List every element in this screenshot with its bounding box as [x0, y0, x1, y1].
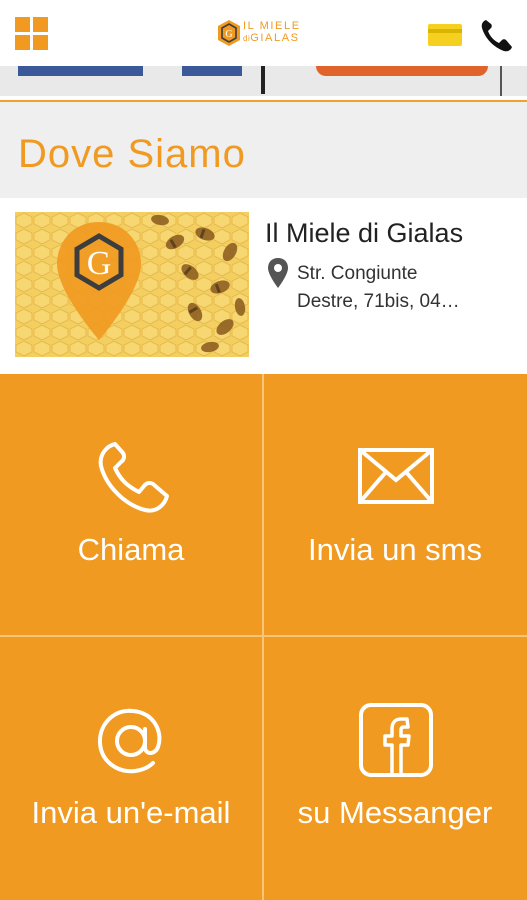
sms-label: Invia un sms — [307, 532, 482, 567]
call-label: Chiama — [77, 532, 185, 567]
banner-strip — [0, 66, 527, 96]
phone-icon[interactable] — [478, 16, 516, 54]
logo-line1: IL MIELE — [243, 20, 301, 32]
banner-shape — [182, 66, 242, 76]
phone-icon — [98, 442, 169, 513]
top-bar: G IL MIELE diGIALAS — [0, 0, 527, 66]
logo-line2-wrap: diGIALAS — [243, 32, 301, 45]
grid-divider-horizontal — [0, 635, 527, 637]
at-icon — [97, 708, 162, 774]
section-header: Dove Siamo — [0, 100, 527, 200]
location-thumbnail[interactable]: G — [15, 212, 249, 357]
address-line2: Destre, 71bis, 04… — [297, 291, 460, 312]
messenger-button[interactable]: su Messanger — [264, 637, 526, 899]
envelope-icon — [358, 448, 434, 504]
location-name: Il Miele di Gialas — [265, 218, 464, 248]
logo-initial: G — [225, 29, 232, 40]
location-address: Str. Congiunte Destre, 71bis, 04… — [297, 260, 512, 316]
call-button[interactable]: Chiama — [0, 374, 262, 636]
banner-shape — [316, 66, 488, 76]
grid-divider-vertical — [262, 374, 264, 900]
logo-text: IL MIELE diGIALAS — [243, 20, 301, 45]
messenger-label: su Messanger — [297, 795, 493, 830]
facebook-icon — [359, 703, 433, 777]
address-line1: Str. Congiunte — [297, 263, 418, 284]
location-card[interactable]: G Il Miele di Gialas Str. Congiunte Dest… — [0, 198, 527, 374]
app-logo: G IL MIELE diGIALAS — [217, 19, 317, 49]
logo-hex-icon: G — [218, 20, 240, 46]
email-button[interactable]: Invia un'e-mail — [0, 637, 262, 899]
card-icon[interactable] — [428, 24, 462, 46]
logo-line2: GIALAS — [250, 32, 300, 44]
honeycomb-bees-image: G — [15, 212, 249, 357]
map-pin-icon — [268, 258, 288, 288]
banner-shape — [500, 66, 502, 96]
pin-initial: G — [87, 245, 112, 282]
sms-button[interactable]: Invia un sms — [264, 374, 526, 636]
email-label: Invia un'e-mail — [31, 795, 231, 830]
menu-grid-icon[interactable] — [15, 17, 48, 50]
banner-shape — [18, 66, 143, 76]
page-title: Dove Siamo — [18, 132, 246, 176]
banner-shape — [261, 66, 265, 94]
action-grid: Chiama Invia un sms Invia un'e-mail su M… — [0, 374, 527, 900]
